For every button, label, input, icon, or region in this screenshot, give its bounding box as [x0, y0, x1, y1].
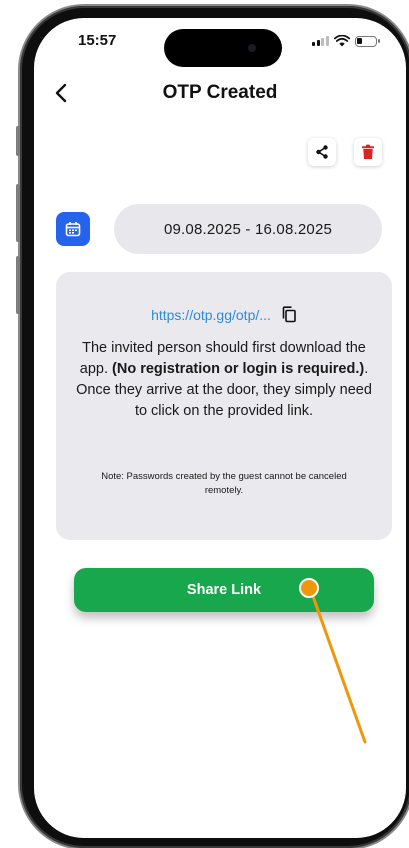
trash-icon	[362, 144, 374, 159]
battery-icon	[354, 35, 380, 47]
dynamic-island	[164, 29, 282, 67]
delete-button[interactable]	[354, 138, 382, 166]
info-card: https://otp.gg/otp/... The invited perso…	[56, 272, 392, 540]
phone-side-button	[16, 126, 20, 156]
share-link-button[interactable]: Share Link	[74, 568, 374, 612]
app-screen: 15:57 OTP Created 09.08.2025 - 16.08.202…	[34, 18, 406, 838]
phone-side-button	[16, 184, 20, 242]
share-icon	[316, 145, 328, 159]
copy-icon[interactable]	[281, 306, 297, 323]
signal-icon	[312, 36, 329, 46]
date-range-text: 09.08.2025 - 16.08.2025	[163, 220, 333, 238]
camera-dot	[248, 44, 256, 52]
link-row: https://otp.gg/otp/...	[56, 306, 392, 323]
calendar-button[interactable]	[56, 212, 90, 246]
phone-side-button	[16, 256, 20, 314]
status-icons	[312, 35, 380, 47]
wifi-icon	[333, 35, 350, 47]
status-time: 15:57	[78, 32, 117, 49]
date-range-field[interactable]: 09.08.2025 - 16.08.2025	[114, 204, 382, 254]
otp-link[interactable]: https://otp.gg/otp/...	[151, 307, 271, 323]
page-title: OTP Created	[162, 82, 278, 103]
share-button[interactable]	[308, 138, 336, 166]
share-link-label: Share Link	[186, 582, 262, 598]
card-description: The invited person should first download…	[70, 338, 378, 422]
card-note: Note: Passwords created by the guest can…	[101, 471, 347, 496]
calendar-icon	[65, 222, 81, 237]
description-bold-text: (No registration or login is required.)	[112, 361, 365, 377]
